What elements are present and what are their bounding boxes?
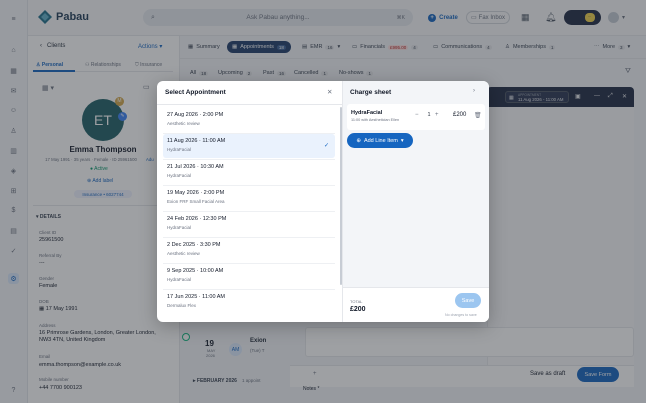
select-appointment-modal: Select Appointment ✕ 27 Aug 2026 · 2:00 … bbox=[157, 81, 489, 322]
appointment-date: 2 Dec 2025 · 3:30 PM bbox=[167, 242, 221, 248]
appointment-service: HydraFacial bbox=[167, 225, 192, 230]
list-scrollbar[interactable] bbox=[340, 107, 342, 285]
plus-circle-icon: ⊕ bbox=[356, 137, 361, 144]
appointment-date: 24 Feb 2026 · 12:30 PM bbox=[167, 216, 227, 222]
line-item-name: HydraFacial bbox=[351, 110, 383, 116]
add-line-item-label: Add Line Item bbox=[363, 137, 398, 144]
select-appointment-title: Select Appointment bbox=[165, 89, 226, 96]
chevron-right-icon[interactable]: › bbox=[473, 88, 475, 94]
list-header-divider bbox=[157, 104, 343, 105]
qty-decrease-button[interactable]: − bbox=[415, 112, 419, 118]
appointment-date: 21 Jul 2026 · 10:30 AM bbox=[167, 164, 224, 170]
total-value: £200 bbox=[350, 306, 366, 313]
save-label: Save bbox=[461, 297, 475, 304]
appointment-service: HydraFacial bbox=[167, 277, 192, 282]
line-item-price: £200 bbox=[453, 112, 467, 118]
check-icon: ✓ bbox=[323, 143, 329, 149]
charge-sheet-title: Charge sheet bbox=[350, 89, 392, 96]
appointment-service: HydraFacial bbox=[167, 173, 192, 178]
appointment-date: 11 Aug 2026 · 11:00 AM bbox=[167, 138, 226, 144]
appointment-service: HydraFacial bbox=[167, 147, 192, 152]
add-line-chevron-icon: ▾ bbox=[400, 137, 404, 144]
appointment-option[interactable]: 9 Sep 2025 · 10:00 AM HydraFacial bbox=[163, 264, 335, 288]
appointment-service: Exion FRF Small Facial Area bbox=[167, 199, 225, 204]
qty-value[interactable]: 1 bbox=[425, 112, 433, 118]
appointment-option[interactable]: 21 Jul 2026 · 10:30 AM HydraFacial bbox=[163, 160, 335, 184]
trash-icon[interactable]: 🗑︎ bbox=[474, 112, 482, 119]
appointment-option[interactable]: 24 Feb 2026 · 12:30 PM HydraFacial bbox=[163, 212, 335, 236]
close-icon[interactable]: ✕ bbox=[327, 88, 332, 96]
appointment-service: Aesthetic review bbox=[167, 121, 200, 126]
no-changes-note: No changes to save bbox=[445, 313, 477, 317]
total-label: TOTAL bbox=[350, 299, 363, 304]
appointment-list-pane: Select Appointment ✕ 27 Aug 2026 · 2:00 … bbox=[157, 81, 343, 322]
appointment-option[interactable]: 19 May 2026 · 2:00 PM Exion FRF Small Fac… bbox=[163, 186, 335, 210]
charge-sheet-pane: Charge sheet › HydraFacial 11:00 with Ae… bbox=[343, 81, 489, 322]
appointment-date: 27 Aug 2026 · 2:00 PM bbox=[167, 112, 224, 118]
line-item-row: HydraFacial 11:00 with Aesthetician Elle… bbox=[347, 104, 485, 130]
appointment-option[interactable]: 27 Aug 2026 · 2:00 PM Aesthetic review bbox=[163, 108, 335, 132]
appointment-service: Aesthetic review bbox=[167, 251, 200, 256]
appointment-service: Dermalux Flex bbox=[167, 303, 197, 308]
line-item-sub: 11:00 with Aesthetician Ellen bbox=[351, 118, 400, 122]
charge-sheet-footer: TOTAL £200 Save No changes to save bbox=[343, 287, 489, 322]
appointment-date: 19 May 2026 · 2:00 PM bbox=[167, 190, 225, 196]
save-button[interactable]: Save bbox=[455, 293, 481, 308]
add-line-item-button[interactable]: ⊕ Add Line Item ▾ bbox=[347, 133, 413, 148]
appointment-option[interactable]: 11 Aug 2026 · 11:00 AM HydraFacial ✓ bbox=[163, 134, 335, 158]
appointment-date: 9 Sep 2025 · 10:00 AM bbox=[167, 268, 224, 274]
appointment-option[interactable]: 17 Jun 2025 · 11:00 AM Dermalux Flex bbox=[163, 290, 335, 314]
appointment-option[interactable]: 2 Dec 2025 · 3:30 PM Aesthetic review bbox=[163, 238, 335, 262]
appointment-date: 17 Jun 2025 · 11:00 AM bbox=[167, 294, 225, 300]
qty-increase-button[interactable]: + bbox=[435, 112, 439, 118]
